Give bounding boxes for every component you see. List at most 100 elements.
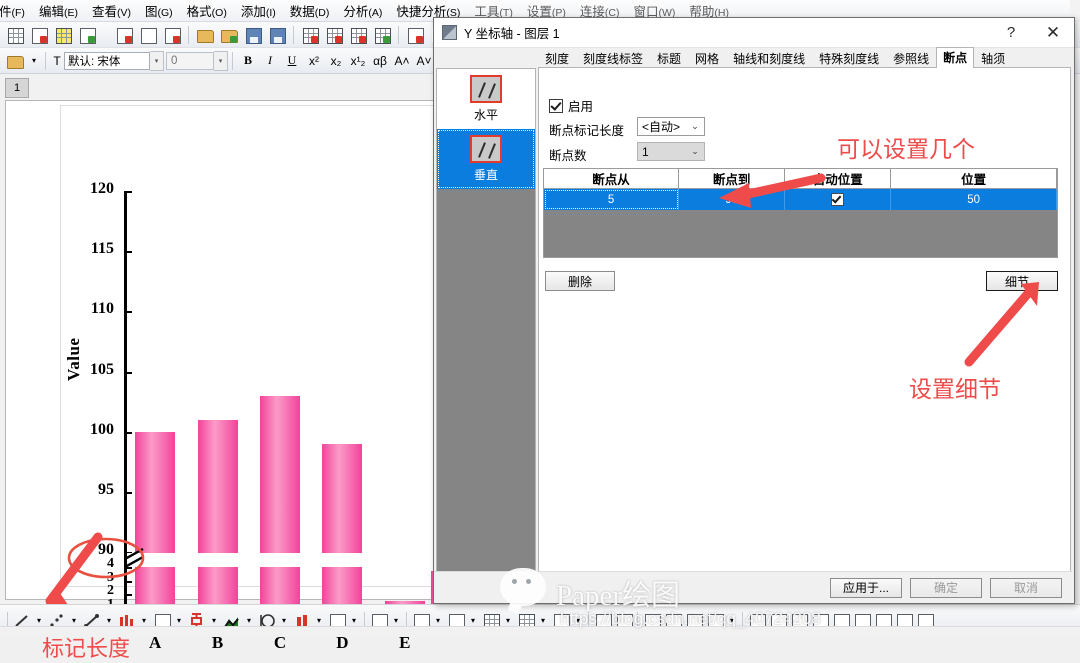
toolbar-separator [45, 51, 46, 70]
save-template-icon[interactable] [266, 24, 288, 46]
menu-item-2[interactable]: 编辑(E) [32, 0, 85, 22]
delete-button[interactable]: 删除 [545, 271, 615, 291]
cell-break-from[interactable]: 5 [544, 189, 680, 210]
axis-direction-label: 水平 [473, 108, 498, 122]
toolbar-separator [232, 51, 233, 70]
enable-checkbox[interactable] [549, 98, 563, 113]
detail-annotation: 设置细节 [909, 377, 1001, 403]
open-excel-icon[interactable] [218, 24, 240, 46]
close-icon[interactable]: ✕ [1032, 18, 1074, 47]
open-icon[interactable] [194, 24, 216, 46]
break-count-label: 断点数 [549, 149, 587, 163]
greek-button[interactable]: αβ [370, 51, 390, 71]
import-multiple-ascii-icon[interactable] [347, 24, 369, 46]
bold-button[interactable]: B [238, 51, 258, 71]
subscript-button[interactable]: x₂ [326, 51, 346, 71]
menu-item-4[interactable]: 图(G) [138, 0, 180, 22]
chart-tick-mark [124, 251, 132, 254]
new-graph-icon[interactable] [28, 24, 50, 46]
menu-item-8[interactable]: 分析(A) [336, 0, 389, 22]
function-dropdown-icon[interactable] [100, 24, 111, 46]
font-name-dropdown-icon[interactable]: ▾ [150, 50, 164, 71]
chart-tick-mark [124, 431, 132, 434]
underline-button[interactable]: U [282, 51, 302, 71]
tab-5[interactable]: 轴线和刻度线 [726, 49, 813, 68]
superscript-button[interactable]: x² [304, 51, 324, 71]
menu-item-5[interactable]: 格式(O) [180, 0, 234, 22]
axis-direction-1[interactable]: 水平 [437, 69, 535, 129]
table-header-1[interactable]: 断点从 [544, 169, 680, 188]
auto-position-checkbox[interactable] [831, 193, 845, 206]
tab-9[interactable]: 轴须 [974, 49, 1013, 68]
decrease-font-button[interactable]: A˅ [414, 51, 434, 71]
dialog-title-bar[interactable]: Y 坐标轴 - 图层 1 ? ✕ [434, 18, 1074, 48]
sub-superscript-button[interactable]: x¹₂ [348, 51, 368, 71]
tab-2[interactable]: 刻度线标签 [576, 49, 651, 68]
font-name-input[interactable]: 默认: 宋体 [64, 51, 150, 70]
new-project-icon[interactable] [161, 24, 183, 46]
copy-icon[interactable] [404, 24, 426, 46]
tab-6[interactable]: 特殊刻度线 [812, 49, 887, 68]
cell-position[interactable]: 50 [891, 189, 1057, 210]
axis-dialog-icon [442, 25, 457, 40]
new-workbook-icon[interactable] [4, 24, 26, 46]
chevron-down-icon: ⌄ [691, 146, 699, 156]
save-project-icon[interactable] [242, 24, 264, 46]
toolbar-separator [398, 25, 399, 44]
toolbar-separator [188, 25, 189, 44]
tab-1[interactable]: 刻度 [538, 49, 577, 68]
axis-break-icon [470, 75, 502, 103]
import-single-ascii-icon[interactable] [323, 24, 345, 46]
font-size-input[interactable]: 0 [166, 51, 214, 70]
apply-to-button[interactable]: 应用于... [830, 577, 902, 598]
menu-item-7[interactable]: 数据(D) [283, 0, 337, 22]
menu-item-3[interactable]: 查看(V) [85, 0, 138, 22]
axis-direction-list: 水平 垂直 [436, 68, 536, 593]
import-wizard-icon[interactable] [299, 24, 321, 46]
axis-direction-2[interactable]: 垂直 [437, 129, 535, 189]
detail-arrow [964, 282, 1039, 367]
font-icon: T [53, 53, 61, 68]
paste-icon[interactable] [4, 50, 26, 72]
chevron-down-icon: ⌄ [691, 121, 699, 131]
menu-item-6[interactable]: 添加(I) [234, 0, 283, 22]
import-excel-icon[interactable] [371, 24, 393, 46]
break-count-combo[interactable]: 1 ⌄ [637, 142, 705, 161]
new-layout-icon[interactable] [113, 24, 135, 46]
tab-7[interactable]: 参照线 [886, 49, 937, 68]
chart-y-axis-label: Value [64, 337, 83, 381]
enable-checkbox-row[interactable]: 启用 [549, 96, 593, 115]
increase-font-button[interactable]: A˄ [392, 51, 412, 71]
ok-button: 确定 [910, 577, 982, 598]
chart-tick-mark [124, 491, 132, 494]
chart-tick-mark [124, 191, 132, 193]
break-mark-length-label: 断点标记长度 [549, 124, 625, 138]
row-header: 1 [5, 78, 29, 98]
status-bar [0, 626, 1080, 637]
chart-axis-break-gap [127, 553, 439, 567]
dialog-footer: 应用于... 确定 取消 [434, 571, 1072, 603]
break-mark-length-combo[interactable]: <自动> ⌄ [637, 117, 705, 136]
help-icon[interactable]: ? [990, 18, 1032, 47]
axis-direction-label: 垂直 [473, 168, 498, 182]
tab-4[interactable]: 网格 [688, 49, 727, 68]
break-count-arrow [719, 173, 826, 208]
enable-label: 启用 [568, 100, 594, 114]
tab-3[interactable]: 标题 [650, 49, 689, 68]
graph-window[interactable]: Value 120115110105100959043210ABCDE [5, 100, 439, 652]
chart-tick-mark [124, 594, 132, 596]
break-mark-length-value: <自动> [642, 120, 681, 134]
toolbar-overflow-icon[interactable]: ▾ [27, 52, 41, 70]
break-count-annotation: 可以设置几个 [837, 137, 975, 163]
tab-8[interactable]: 断点 [936, 47, 975, 68]
new-matrix-icon[interactable] [52, 24, 74, 46]
table-header-4[interactable]: 位置 [891, 169, 1057, 188]
breaks-panel: 启用 断点标记长度 <自动> ⌄ 断点数 1 ⌄ 断点从断点到自动位置位置 59… [538, 67, 1071, 593]
menu-item-1[interactable]: 件(F) [0, 0, 32, 22]
italic-button[interactable]: I [260, 51, 280, 71]
font-size-dropdown-icon[interactable]: ▾ [214, 50, 228, 71]
cancel-button: 取消 [990, 577, 1062, 598]
new-function-plot-icon[interactable] [76, 24, 98, 46]
chart-tick-mark [124, 371, 132, 374]
new-notes-icon[interactable] [137, 24, 159, 46]
